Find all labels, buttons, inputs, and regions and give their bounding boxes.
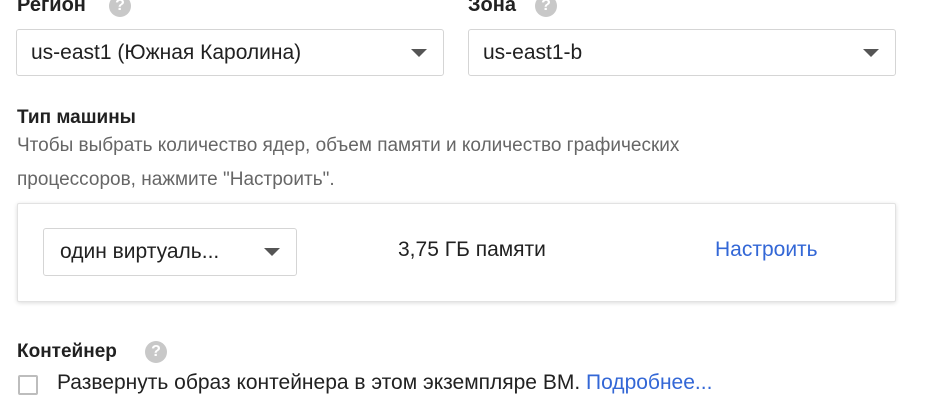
region-help-icon[interactable]: ? [109, 0, 131, 17]
cores-dropdown-arrow-icon [264, 248, 280, 256]
cores-select[interactable]: один виртуаль... [43, 228, 297, 276]
zone-select-value: us-east1-b [483, 40, 583, 64]
machine-type-description-line2: процессоров, нажмите "Настроить". [17, 169, 335, 190]
region-select[interactable]: us-east1 (Южная Каролина) [16, 29, 444, 76]
container-help-icon[interactable]: ? [145, 341, 167, 363]
deploy-container-checkbox[interactable] [18, 375, 38, 395]
region-dropdown-arrow-icon [411, 48, 427, 57]
zone-label-text: Зона [468, 0, 516, 16]
cores-select-value: один виртуаль... [60, 240, 220, 263]
region-select-value: us-east1 (Южная Каролина) [31, 40, 302, 64]
machine-type-card: один виртуаль... 3,75 ГБ памяти Настроит… [17, 203, 896, 302]
memory-text: 3,75 ГБ памяти [398, 238, 546, 261]
region-label-text: Регион [17, 0, 86, 16]
learn-more-link[interactable]: Подробнее... [586, 371, 712, 394]
region-label: Регион [17, 0, 86, 17]
zone-label: Зона [468, 0, 516, 17]
container-label: Контейнер [17, 341, 117, 362]
machine-type-label: Тип машины [17, 107, 136, 128]
machine-type-description-line1: Чтобы выбрать количество ядер, объем пам… [17, 135, 680, 156]
zone-help-icon[interactable]: ? [535, 0, 557, 17]
machine-type-description: Чтобы выбрать количество ядер, объем пам… [17, 129, 679, 197]
zone-dropdown-arrow-icon [863, 48, 879, 57]
customize-link[interactable]: Настроить [715, 238, 818, 262]
deploy-container-row: Развернуть образ контейнера в этом экзем… [57, 371, 712, 395]
deploy-container-label: Развернуть образ контейнера в этом экзем… [57, 371, 581, 394]
zone-select[interactable]: us-east1-b [468, 29, 896, 76]
